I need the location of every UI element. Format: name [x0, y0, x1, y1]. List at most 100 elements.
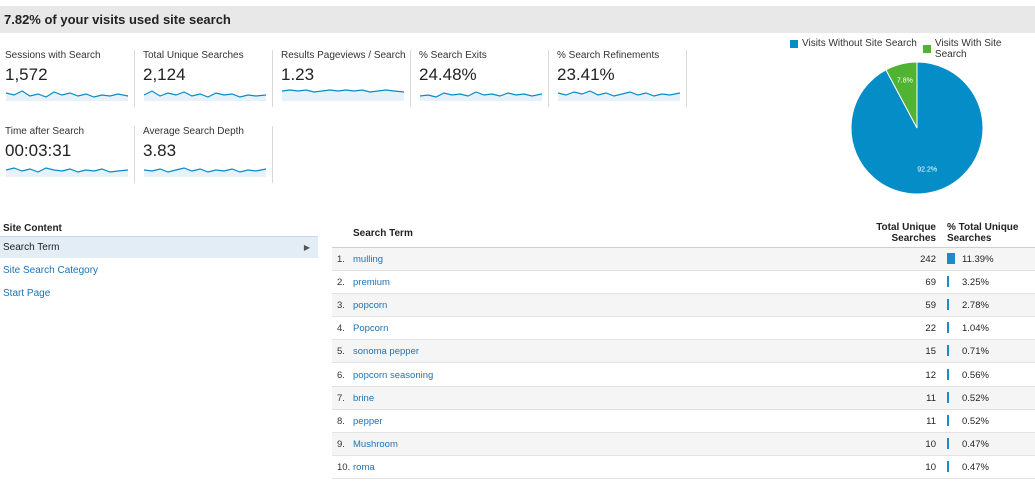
- row-number: 1.: [337, 254, 345, 265]
- percent-value: 3.25%: [962, 277, 989, 289]
- sidebar-item-start-page[interactable]: Start Page: [0, 283, 318, 305]
- chevron-right-icon: ▶: [303, 243, 310, 252]
- legend-swatch: [790, 39, 798, 48]
- metric-value: 24.48%: [419, 65, 477, 84]
- percent-bar: [947, 437, 949, 449]
- percent-value: 0.71%: [962, 346, 989, 358]
- unique-searches-count: 242: [920, 254, 936, 265]
- metric-results-pageviews[interactable]: Results Pageviews / Search 1.23: [276, 50, 411, 107]
- search-term-link[interactable]: premium: [353, 277, 390, 288]
- unique-searches-count: 22: [925, 323, 936, 335]
- percent-value: 0.56%: [962, 369, 989, 381]
- site-content-heading: Site Content: [3, 223, 62, 234]
- table-row: 9. Mushroom 10 0.47%: [332, 432, 1035, 456]
- metric-search-exits[interactable]: % Search Exits 24.48%: [414, 50, 549, 107]
- sparkline: [6, 167, 128, 177]
- metric-value: 23.41%: [557, 65, 615, 84]
- search-term-link[interactable]: pepper: [353, 416, 383, 427]
- percent-bar: [947, 253, 955, 264]
- sidebar-item-search-term[interactable]: Search Term ▶: [0, 236, 318, 258]
- metric-average-search-depth[interactable]: Average Search Depth 3.83: [138, 126, 273, 183]
- search-term-link[interactable]: mulling: [353, 254, 383, 265]
- percent-bar: [947, 391, 949, 403]
- pie-slice-label: 92.2%: [917, 167, 937, 174]
- unique-searches-count: 10: [925, 438, 936, 450]
- metric-label: % Search Exits: [419, 50, 487, 61]
- pie-slice-label: 7.8%: [897, 77, 913, 84]
- table-row: 7. brine 11 0.52%: [332, 386, 1035, 410]
- unique-searches-count: 12: [925, 369, 936, 381]
- percent-value: 0.52%: [962, 392, 989, 404]
- sidebar-item-label: Start Page: [3, 288, 51, 299]
- percent-bar: [947, 322, 949, 334]
- legend-item-without-search[interactable]: Visits Without Site Search: [790, 38, 917, 49]
- header-line: % Total Unique: [947, 222, 1019, 233]
- legend-label: Visits With Site Search: [934, 38, 1002, 60]
- percent-bar: [947, 299, 949, 311]
- metric-label: Average Search Depth: [143, 126, 244, 137]
- percent-bar: [947, 276, 950, 288]
- metric-label: % Search Refinements: [557, 50, 660, 61]
- sidebar-item-site-search-category[interactable]: Site Search Category: [0, 260, 318, 282]
- report-header: 7.82% of your visits used site search: [0, 6, 1035, 33]
- search-term-link[interactable]: Popcorn: [353, 323, 388, 334]
- metric-label: Sessions with Search: [5, 50, 101, 61]
- unique-searches-count: 11: [926, 415, 936, 427]
- column-header-total-unique-searches[interactable]: Total Unique Searches: [876, 222, 936, 244]
- metric-total-unique-searches[interactable]: Total Unique Searches 2,124: [138, 50, 273, 107]
- table-row: 6. popcorn seasoning 12 0.56%: [332, 364, 1035, 387]
- sidebar-item-label: Site Search Category: [3, 265, 99, 276]
- legend-swatch: [923, 45, 931, 53]
- row-number: 5.: [337, 346, 345, 358]
- table-row: 4. Popcorn 22 1.04%: [332, 317, 1035, 341]
- percent-bar: [947, 368, 949, 380]
- metric-search-refinements[interactable]: % Search Refinements 23.41%: [552, 50, 687, 107]
- percent-value: 11.39%: [962, 254, 994, 265]
- metric-value: 00:03:31: [5, 141, 72, 160]
- sparkline: [420, 91, 542, 101]
- metric-label: Time after Search: [5, 126, 85, 137]
- report-title: 7.82% of your visits used site search: [4, 12, 231, 27]
- sparkline: [144, 90, 266, 101]
- table-row: 8. pepper 11 0.52%: [332, 410, 1035, 433]
- legend-label: Visits Without Site Search: [802, 38, 917, 49]
- column-header-percent-total[interactable]: % Total Unique Searches: [947, 222, 1018, 244]
- metric-time-after-search[interactable]: Time after Search 00:03:31: [0, 126, 135, 183]
- row-number: 4.: [337, 323, 345, 335]
- row-number: 9.: [337, 438, 345, 450]
- column-header-search-term[interactable]: Search Term: [353, 228, 413, 239]
- percent-value: 0.47%: [962, 438, 989, 450]
- row-number: 10.: [337, 461, 351, 473]
- table-row: 10. roma 10 0.47%: [332, 456, 1035, 479]
- header-line: Searches: [891, 233, 936, 244]
- unique-searches-count: 11: [926, 392, 936, 404]
- header-line: Total Unique: [876, 222, 936, 233]
- search-term-link[interactable]: popcorn: [353, 300, 387, 311]
- sparkline: [558, 90, 680, 101]
- search-term-link[interactable]: Mushroom: [353, 439, 398, 450]
- metric-label: Results Pageviews / Search: [281, 50, 406, 61]
- unique-searches-count: 59: [925, 300, 936, 312]
- percent-value: 0.52%: [962, 415, 989, 427]
- row-number: 6.: [337, 369, 345, 381]
- search-term-link[interactable]: sonoma pepper: [353, 346, 419, 357]
- search-term-link[interactable]: brine: [353, 393, 374, 404]
- metric-value: 3.83: [143, 141, 177, 160]
- table-header: Search Term Total Unique Searches % Total…: [332, 218, 1035, 247]
- sparkline: [6, 90, 128, 101]
- unique-searches-count: 15: [925, 346, 936, 358]
- sidebar-item-label: Search Term: [3, 242, 60, 253]
- table-row: 1. mulling 242 11.39%: [332, 248, 1035, 271]
- percent-bar: [947, 460, 949, 472]
- legend-item-with-search[interactable]: Visits With Site Search: [923, 38, 1035, 60]
- metric-sessions-with-search[interactable]: Sessions with Search 1,572: [0, 50, 135, 107]
- search-term-link[interactable]: roma: [353, 462, 375, 473]
- percent-value: 0.47%: [962, 461, 989, 473]
- row-number: 3.: [337, 300, 345, 312]
- metric-value: 1,572: [5, 65, 48, 84]
- row-number: 2.: [337, 277, 345, 289]
- site-search-pie-chart[interactable]: 92.2% 7.8%: [849, 60, 985, 196]
- search-term-link[interactable]: popcorn seasoning: [353, 370, 433, 381]
- percent-value: 1.04%: [962, 323, 989, 335]
- percent-bar: [947, 414, 949, 426]
